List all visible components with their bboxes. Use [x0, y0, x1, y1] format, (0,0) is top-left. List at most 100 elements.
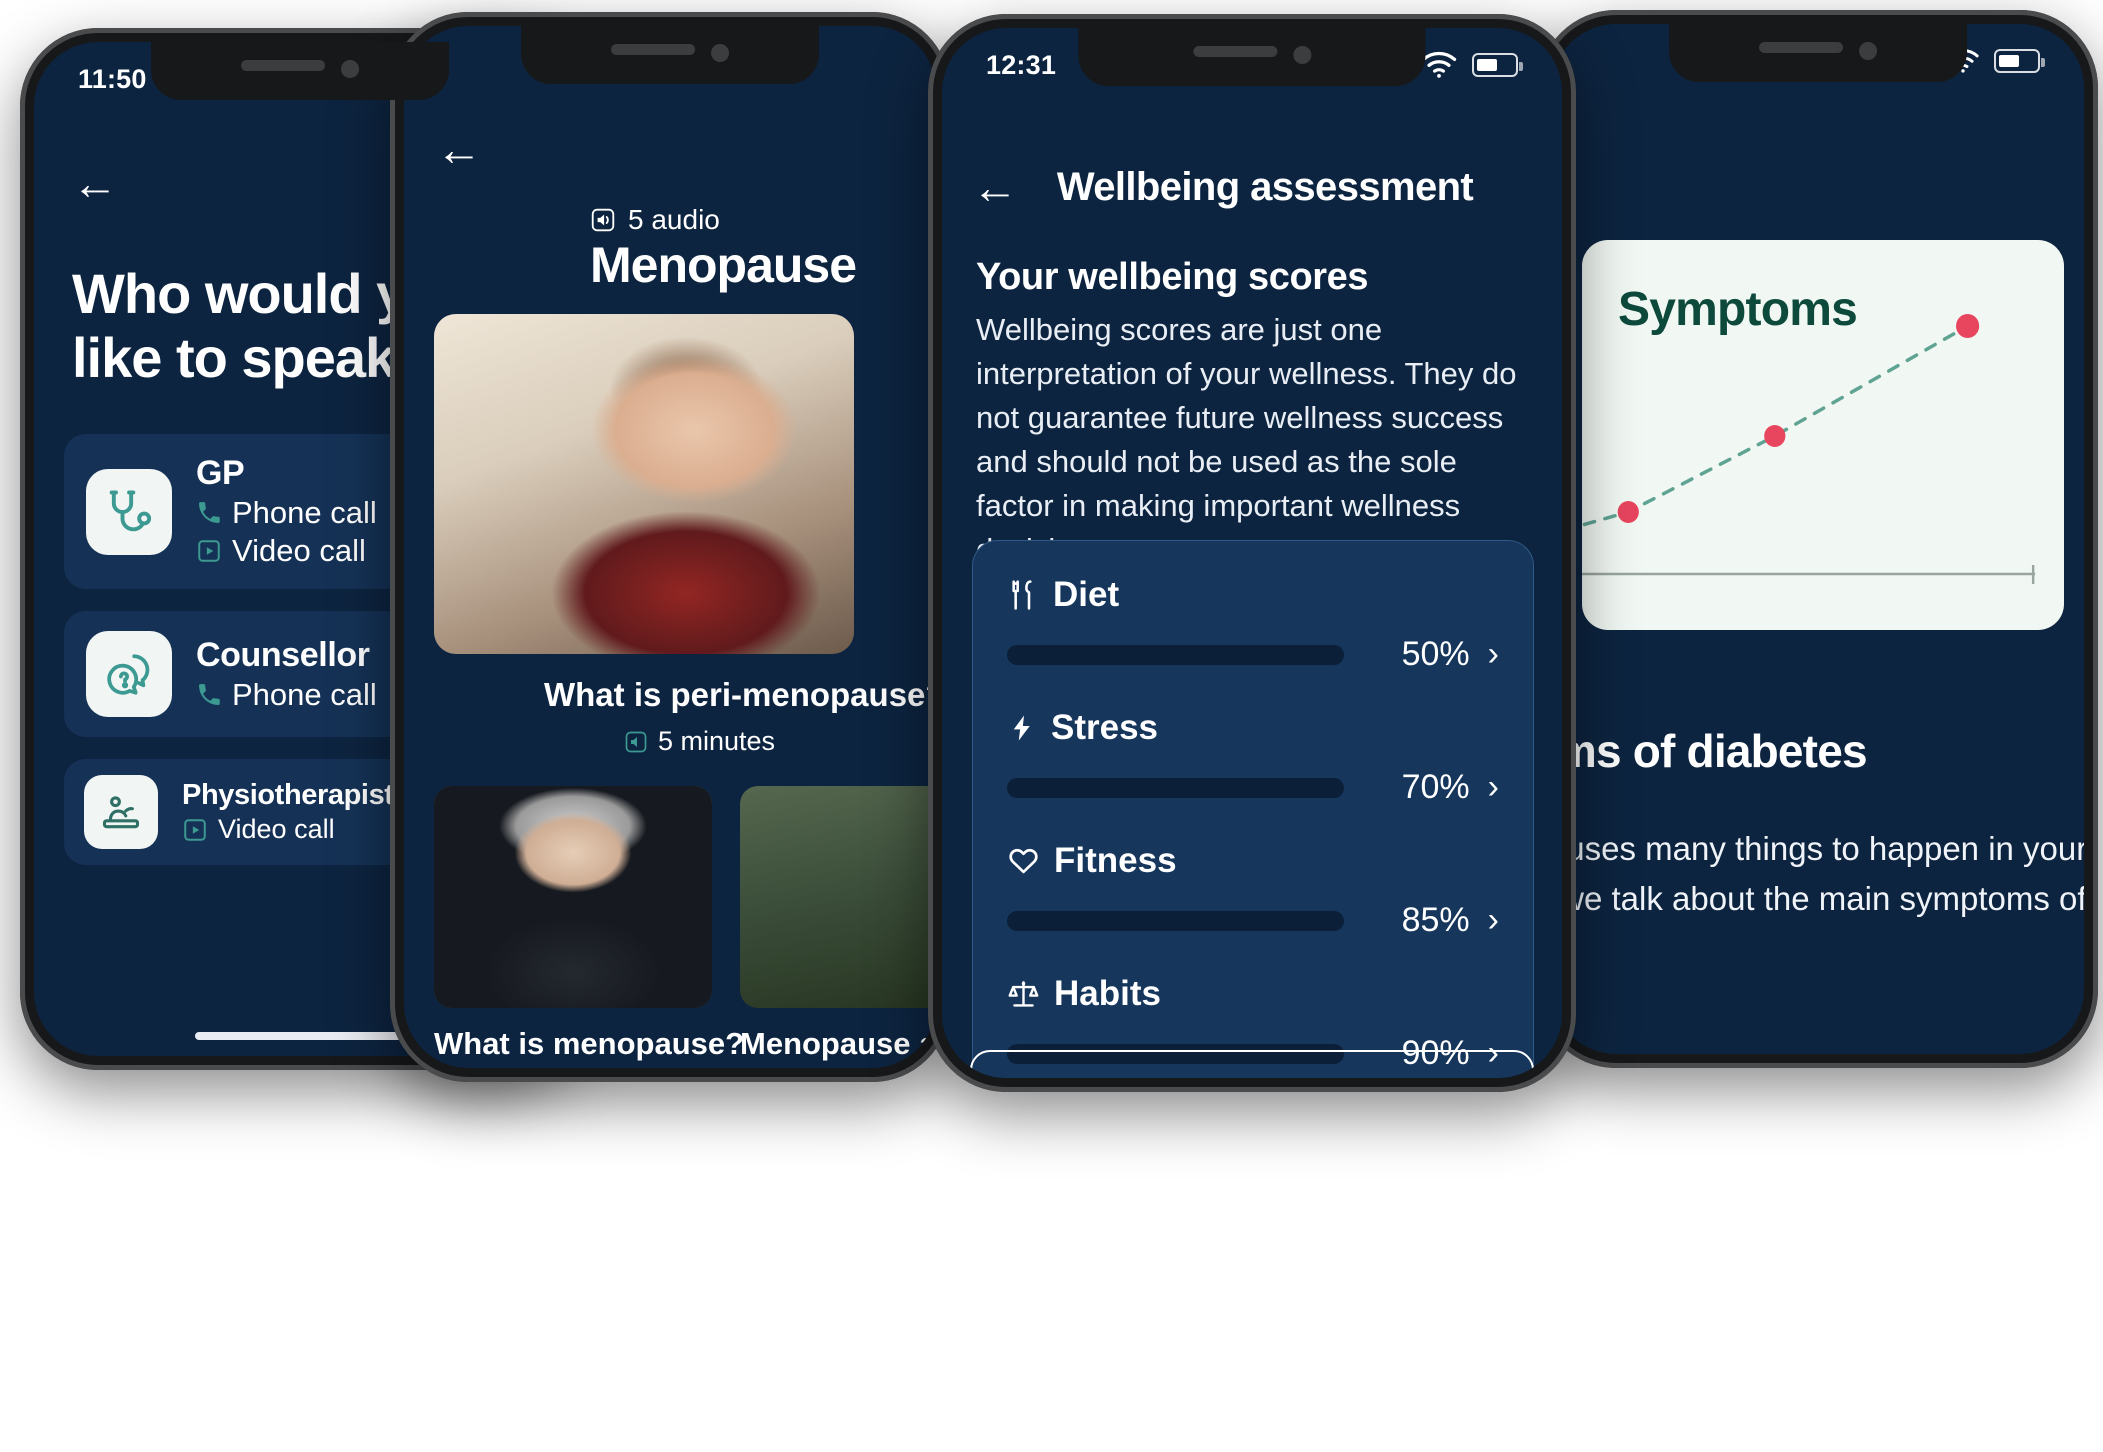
score-fitness-head: Fitness [1007, 841, 1499, 881]
stethoscope-icon [86, 468, 172, 555]
hero-thumbnail[interactable] [434, 314, 854, 654]
chevron-right-icon[interactable]: › [1488, 901, 1499, 940]
score-habits-label: Habits [1054, 974, 1161, 1013]
score-stress-label: Stress [1051, 708, 1159, 747]
section-heading: Your wellbeing scores [976, 256, 1369, 298]
option-counsellor-text: Counsellor Phone call [196, 636, 377, 713]
article-title: Symptoms of diabetes [1552, 725, 1868, 777]
score-diet-label: Diet [1053, 575, 1120, 614]
phone-icon [199, 683, 220, 705]
front-camera [1859, 42, 1877, 60]
scales-icon [1008, 981, 1039, 1007]
option-counsellor-phone-label: Phone call [232, 676, 377, 712]
score-diet-head: Diet [1007, 575, 1499, 615]
bolt-icon [1013, 715, 1030, 741]
score-fitness-label: Fitness [1054, 841, 1177, 880]
score-diet-percent: 50% [1401, 635, 1470, 673]
progress-track [1007, 910, 1344, 931]
option-physio-name: Physiotherapist [182, 779, 394, 811]
score-row-diet[interactable]: Diet 50% › [1007, 575, 1499, 674]
article-body: Diabetes causes many things to happen in… [1552, 830, 2084, 917]
back-button[interactable]: ← [436, 126, 482, 172]
video-icon [198, 540, 220, 562]
option-gp-phone-label: Phone call [232, 495, 377, 530]
status-time: 12:31 [986, 49, 1057, 80]
progress-track [1007, 644, 1344, 665]
heart-icon [1009, 848, 1038, 874]
arrow-left-icon: ← [436, 123, 482, 175]
hero-caption: What is peri-menopause? [544, 676, 936, 713]
option-gp-name: GP [196, 454, 245, 492]
library-item[interactable]: Menopause and me 4 minutes [740, 786, 936, 1068]
audio-icon [625, 731, 647, 752]
phone-wellbeing-assessment: 12:31 ← Wellbeing assessment Your wellbe… [928, 14, 1576, 1092]
wifi-icon [1421, 51, 1457, 78]
phone-diabetes-article: Symptoms Symptoms of diabetes Diabetes c… [1538, 10, 2098, 1068]
wellbeing-scores-card: Diet 50% › Stress 70% › Fitness 85% › Ha… [972, 540, 1534, 1078]
progress-track [1007, 777, 1344, 798]
score-stress-head: Stress [1007, 708, 1499, 748]
score-stress-percent: 70% [1401, 768, 1470, 806]
nav-title: Wellbeing assessment [1056, 164, 1474, 209]
audio-count-label: 5 audio [628, 204, 720, 235]
earpiece-speaker [1759, 42, 1843, 53]
library-item-thumbnail [740, 786, 936, 1008]
score-diet-bar-row: 50% › [1007, 635, 1499, 674]
option-gp-mode-video: Video call [196, 533, 377, 569]
page-title: Menopause [590, 237, 857, 293]
option-counsellor-mode-phone: Phone call [196, 677, 377, 713]
cutlery-icon [1012, 580, 1032, 610]
audio-count: 5 audio [590, 204, 720, 236]
status-time: 11:50 [78, 63, 147, 94]
earpiece-speaker [241, 60, 325, 71]
library-grid-row-1: What is menopause? 6 minutes Menopause a… [434, 786, 936, 1068]
score-row-stress[interactable]: Stress 70% › [1007, 708, 1499, 807]
notch [1078, 28, 1426, 86]
option-gp-text: GP Phone call Video call [196, 454, 377, 569]
earpiece-speaker [611, 44, 695, 55]
option-counsellor-name: Counsellor [196, 635, 370, 674]
chevron-right-icon[interactable]: › [1488, 768, 1499, 807]
option-physio-mode-video: Video call [182, 814, 394, 845]
library-item-thumbnail [434, 786, 712, 1008]
library-photo [434, 786, 712, 1008]
library-item-caption: Menopause and me [740, 1026, 936, 1061]
phone4-screen: Symptoms Symptoms of diabetes Diabetes c… [1552, 24, 2084, 1054]
back-button[interactable]: ← [72, 160, 118, 206]
phone2-screen: ← 5 audio Menopause What is peri-menopau… [404, 26, 936, 1068]
home-indicator [195, 1032, 405, 1040]
score-fitness-percent: 85% [1401, 901, 1470, 939]
arrow-left-icon: ← [72, 157, 118, 209]
score-row-fitness[interactable]: Fitness 85% › [1007, 841, 1499, 940]
score-fitness-bar-row: 85% › [1007, 901, 1499, 940]
marketing-phone-mockup: 11:50 ← Who would you like to speak to? [0, 0, 2103, 1452]
option-gp-mode-phone: Phone call [196, 495, 377, 531]
library-item[interactable]: What is menopause? 6 minutes [434, 786, 744, 1068]
score-stress-bar-row: 70% › [1007, 768, 1499, 807]
notch [151, 42, 449, 100]
battery-icon [1472, 53, 1523, 77]
front-camera [711, 44, 729, 62]
nav-bar: ← Wellbeing assessment [942, 164, 1562, 210]
earpiece-speaker [1193, 46, 1277, 57]
status-indicators [1420, 51, 1523, 79]
symptoms-chart-card: Symptoms [1582, 240, 2064, 630]
library-photo [740, 786, 936, 1008]
notch [1669, 24, 1967, 82]
front-camera [341, 60, 359, 78]
hero-duration: 5 minutes [624, 726, 775, 757]
massage-icon [84, 775, 158, 849]
notch [521, 26, 819, 84]
video-icon [184, 818, 206, 841]
front-camera [1293, 46, 1311, 64]
chart-title: Symptoms [1618, 283, 1858, 336]
option-gp-video-label: Video call [232, 533, 366, 568]
battery-icon [1994, 49, 2045, 73]
option-physio-video-label: Video call [218, 814, 335, 844]
phone-menopause-library: ← 5 audio Menopause What is peri-menopau… [390, 12, 950, 1082]
chevron-right-icon[interactable]: › [1488, 635, 1499, 674]
phone3-screen: 12:31 ← Wellbeing assessment Your wellbe… [942, 28, 1562, 1078]
hero-photo [434, 314, 854, 654]
phone-icon [199, 502, 220, 523]
retake-assessment-button[interactable]: Retake the assessment [970, 1050, 1534, 1078]
